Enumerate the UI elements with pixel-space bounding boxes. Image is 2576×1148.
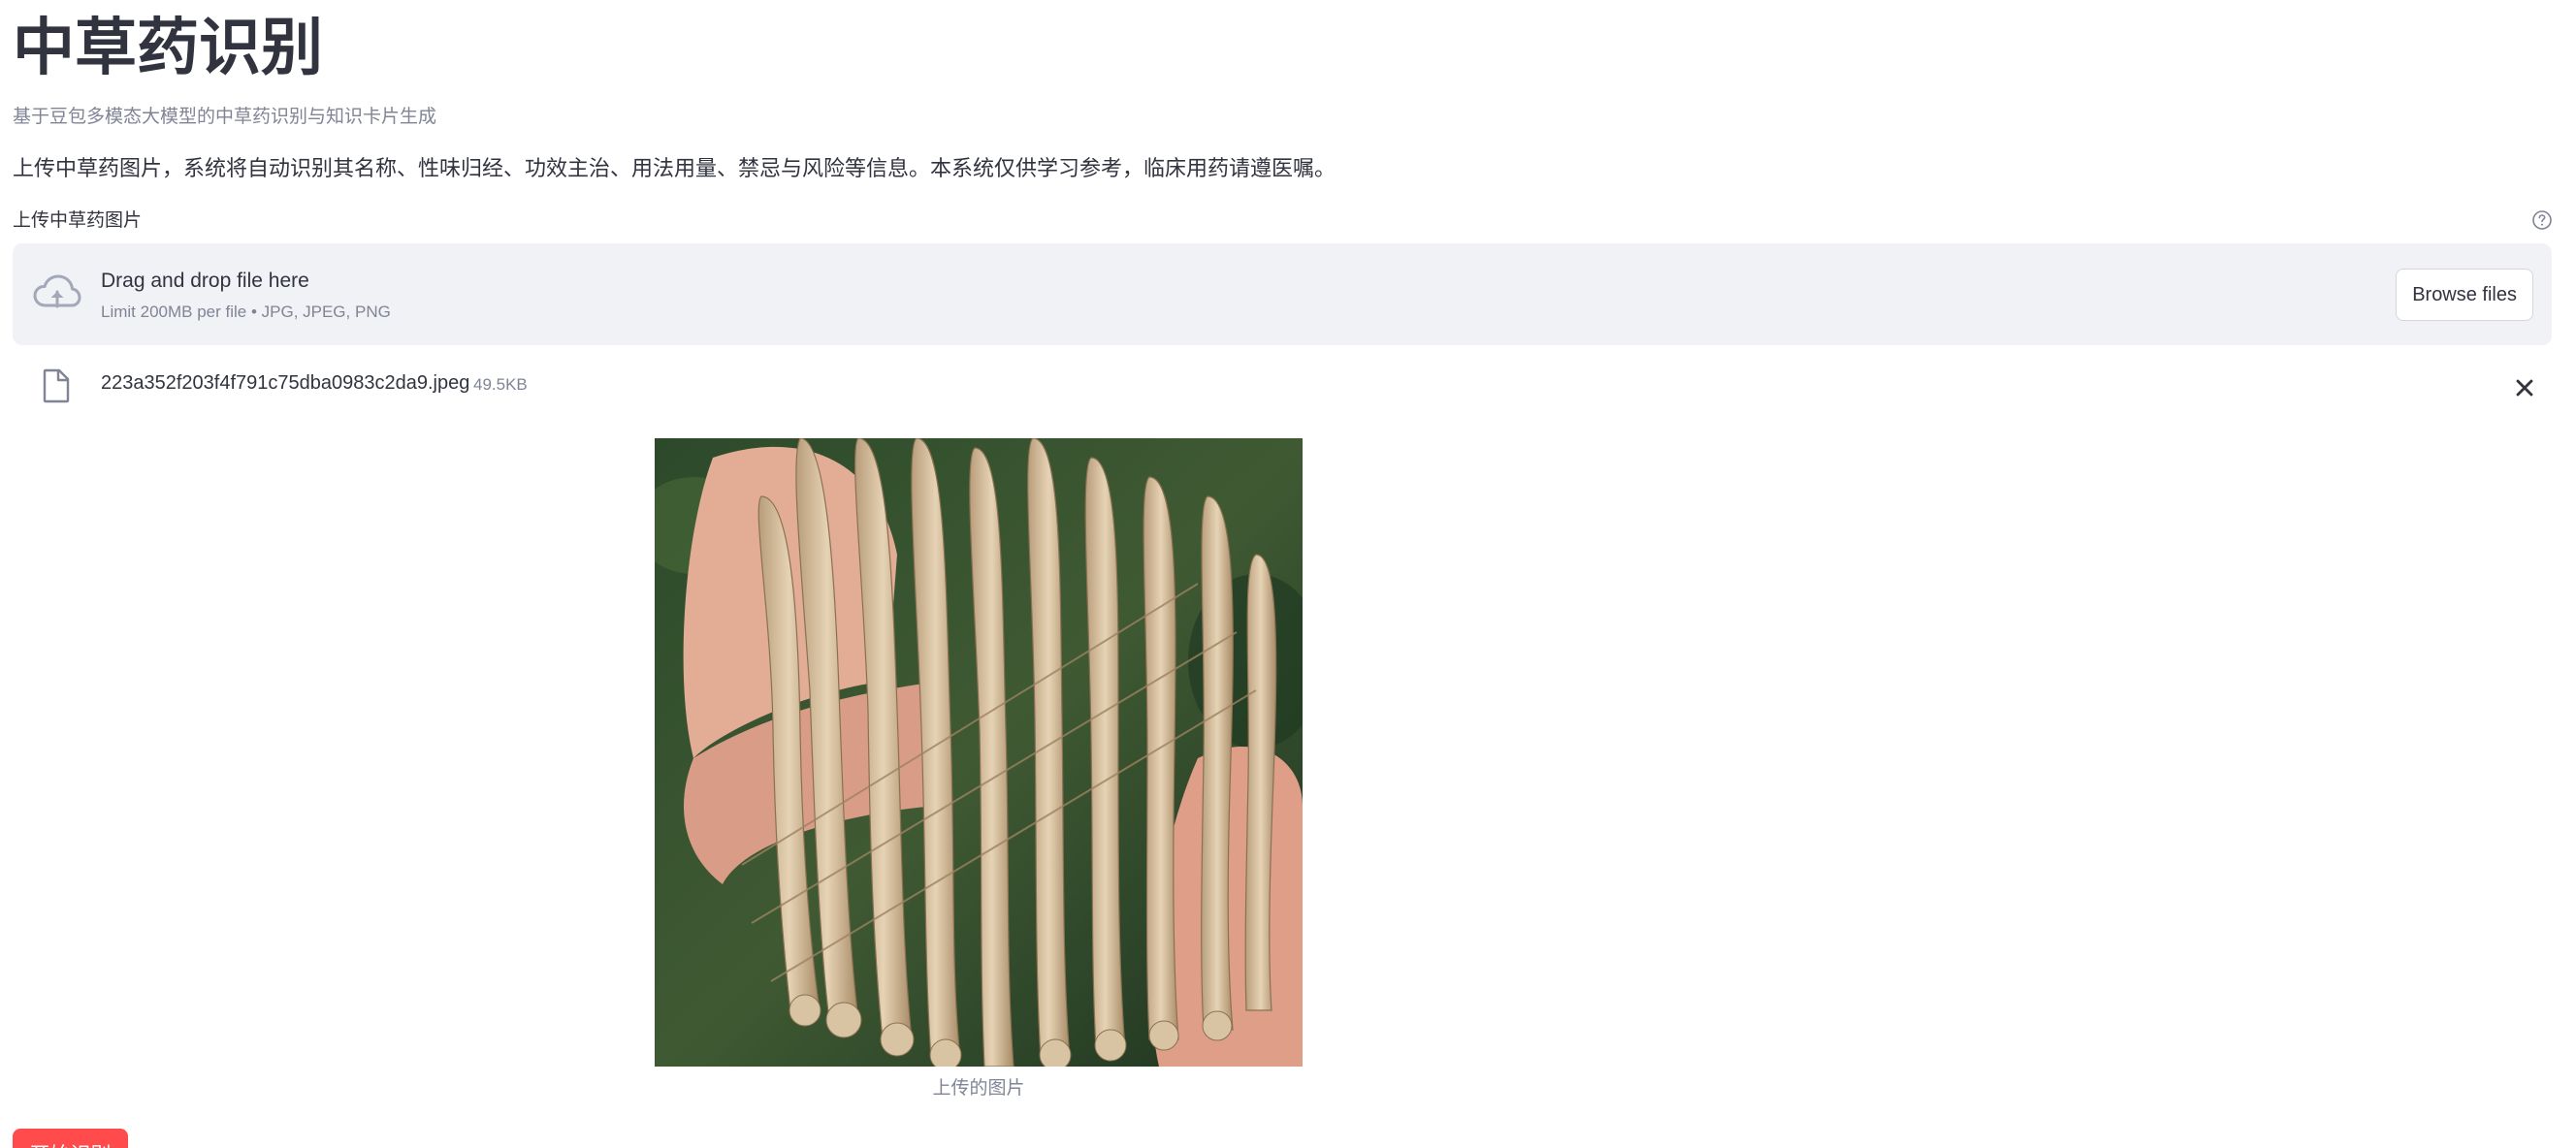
start-recognition-button[interactable]: 开始识别 <box>13 1129 128 1148</box>
dropzone-title: Drag and drop file here <box>101 270 309 292</box>
page-description: 上传中草药图片，系统将自动识别其名称、性味归经、功效主治、用法用量、禁忌与风险等… <box>13 156 1336 180</box>
dropzone-limit: Limit 200MB per file • JPG, JPEG, PNG <box>101 303 391 321</box>
uploader-label: 上传中草药图片 <box>13 210 143 231</box>
file-icon <box>43 368 70 403</box>
page-title: 中草药识别 <box>13 13 323 84</box>
browse-files-button[interactable]: Browse files <box>2396 269 2533 321</box>
page-subtitle: 基于豆包多模态大模型的中草药识别与知识卡片生成 <box>13 107 437 127</box>
uploaded-herb-image <box>655 438 1303 1067</box>
close-icon[interactable] <box>2509 372 2540 403</box>
uploaded-file-row: 223a352f203f4f791c75dba0983c2da9.jpeg 49… <box>13 359 2552 413</box>
file-dropzone[interactable]: Drag and drop file here Limit 200MB per … <box>13 243 2552 345</box>
file-size: 49.5KB <box>473 375 528 394</box>
cloud-upload-icon <box>33 274 81 308</box>
app-page: 中草药识别 基于豆包多模态大模型的中草药识别与知识卡片生成 上传中草药图片，系统… <box>0 0 2576 1148</box>
image-caption: 上传的图片 <box>932 1078 1025 1099</box>
file-name: 223a352f203f4f791c75dba0983c2da9.jpeg <box>101 372 470 394</box>
question-circle-icon[interactable] <box>2531 209 2553 231</box>
